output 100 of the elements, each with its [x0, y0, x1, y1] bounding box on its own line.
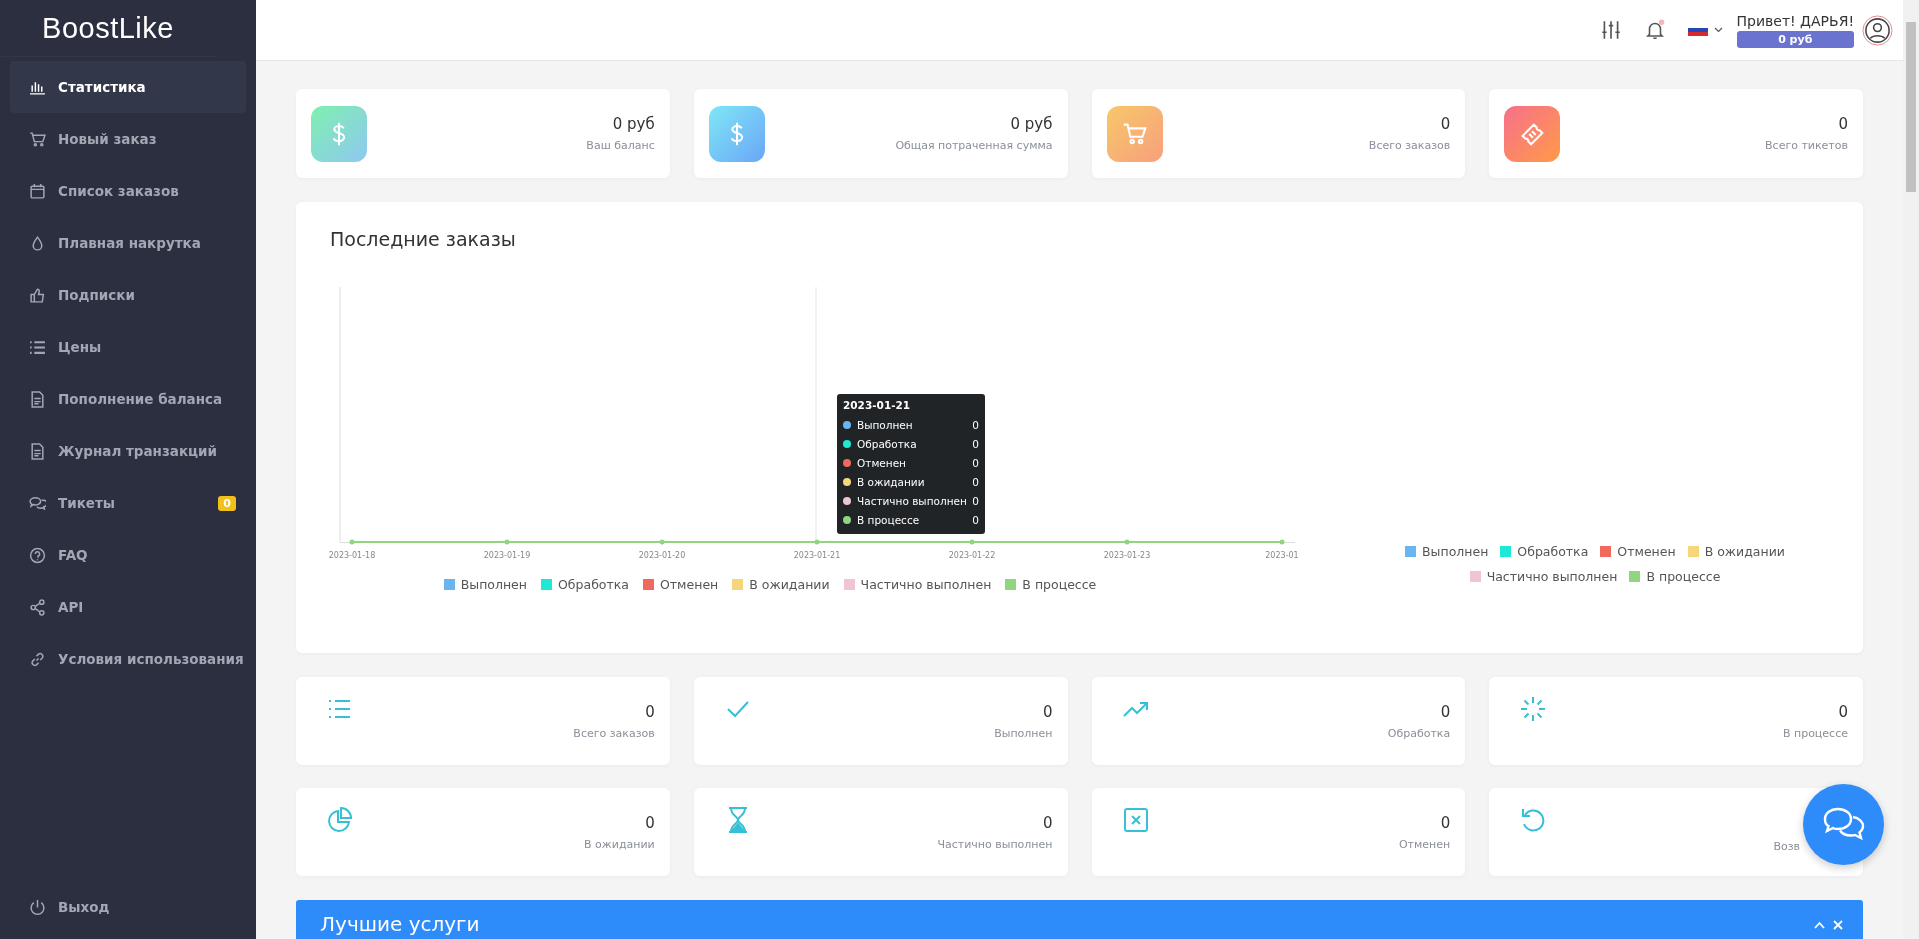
logo: BoostLike — [0, 0, 216, 57]
panel-title: Лучшие услуги — [320, 912, 480, 936]
stat-label: Всего тикетов — [1765, 139, 1848, 152]
tooltip-value: 0 — [972, 513, 979, 526]
x-tick-label: 2023-01-18 — [328, 551, 376, 560]
stat-value: 0 — [1440, 115, 1451, 133]
link-icon — [29, 650, 46, 668]
sidebar-item[interactable]: Журнал транзакций — [10, 425, 246, 477]
legend-label[interactable]: В ожидании — [1704, 544, 1785, 559]
legend-label[interactable]: Частично выполнен — [860, 577, 992, 592]
sidebar-item[interactable]: Пополнение баланса — [10, 373, 246, 425]
order-stat-label: В ожидании — [584, 837, 655, 851]
x-tick-label: 2023-01-19 — [483, 551, 531, 560]
x-tick-label: 2023-01-20 — [638, 551, 686, 560]
order-stat-label: Выполнен — [994, 726, 1053, 740]
sliders-icon[interactable] — [1599, 19, 1622, 41]
stat-label: Общая потраченная сумма — [895, 139, 1053, 152]
sidebar-item[interactable]: Подписки — [10, 269, 246, 321]
order-stat-value: 0 — [1042, 702, 1053, 721]
order-stat-label: Обработка — [1387, 726, 1451, 740]
chart-title: Последние заказы — [330, 228, 517, 250]
legend-label[interactable]: Обработка — [558, 577, 629, 592]
balance-badge: 0 руб — [1736, 30, 1854, 48]
tooltip-label: Частично выполнен — [857, 494, 967, 507]
tooltip-label: Обработка — [857, 437, 917, 450]
stat-value: 0 — [1838, 115, 1848, 133]
tooltip-value: 0 — [972, 494, 979, 507]
sidebar-item[interactable]: Условия использования — [10, 633, 246, 685]
order-stat-value: 0 — [1440, 702, 1451, 721]
close-box-icon — [1121, 806, 1150, 834]
legend-label[interactable]: Частично выполнен — [1486, 569, 1618, 584]
x-tick-label: 2023-01 — [1265, 551, 1299, 560]
legend-label[interactable]: Обработка — [1517, 544, 1589, 559]
tooltip-value: 0 — [972, 418, 979, 431]
tooltip-value: 0 — [972, 456, 979, 469]
cart-icon — [29, 130, 46, 148]
greeting-text: Привет! ДАРЬЯ! — [1736, 12, 1854, 29]
legend-label[interactable]: В процессе — [1022, 577, 1097, 592]
cart-icon — [1106, 105, 1163, 162]
count-badge: 0 — [218, 495, 236, 511]
thumbs-up-icon — [29, 286, 46, 304]
collapse-icon[interactable] — [1814, 921, 1825, 929]
calendar-icon — [29, 182, 46, 200]
dollar-icon — [311, 105, 367, 162]
list-icon — [29, 338, 46, 356]
tooltip-label: В процессе — [857, 513, 920, 526]
stat-value: 0 руб — [1010, 115, 1053, 133]
tooltip-label: В ожидании — [857, 475, 925, 488]
legend-label[interactable]: В ожидании — [749, 577, 830, 592]
order-stat-value: 0 — [1042, 813, 1053, 832]
sidebar-item[interactable]: Список заказов — [10, 165, 246, 217]
legend-label[interactable]: Выполнен — [460, 577, 527, 592]
legend-label[interactable]: Отменен — [660, 577, 719, 592]
sidebar-item[interactable]: Новый заказ — [10, 113, 246, 165]
legend-label[interactable]: Выполнен — [1422, 544, 1489, 559]
x-tick-label: 2023-01-21 — [793, 551, 841, 560]
logout-item[interactable]: Выход — [10, 881, 246, 933]
order-stat-value: 0 — [645, 813, 655, 832]
pie-icon — [326, 806, 354, 834]
legend-label[interactable]: В процессе — [1646, 569, 1721, 584]
order-stat-label: Возв — [1773, 840, 1800, 853]
order-stat-value: 0 — [1838, 702, 1848, 721]
close-icon[interactable] — [1833, 920, 1843, 930]
avatar-icon[interactable] — [1862, 14, 1893, 46]
order-stat-value: 0 — [1440, 813, 1451, 832]
order-stat-label: Частично выполнен — [937, 837, 1053, 851]
sidebar-item[interactable]: Тикеты 0 — [10, 477, 246, 529]
tooltip-title: 2023-01-21 — [843, 399, 912, 411]
legend-label[interactable]: Отменен — [1617, 544, 1676, 559]
chevron-down-icon — [1713, 27, 1723, 33]
x-tick-label: 2023-01-23 — [1103, 551, 1151, 560]
order-stat-label: Отменен — [1398, 837, 1451, 851]
spinner-icon — [1519, 695, 1548, 723]
order-stat-label: Всего заказов — [573, 726, 655, 740]
sidebar-item[interactable]: API — [10, 581, 246, 633]
sidebar-item[interactable]: Плавная накрутка — [10, 217, 246, 269]
chat-icon — [29, 494, 46, 512]
chat-button[interactable] — [1803, 784, 1884, 865]
share-icon — [29, 598, 46, 616]
bell-icon[interactable] — [1643, 19, 1666, 41]
tooltip-label: Выполнен — [857, 418, 913, 431]
sidebar-item[interactable]: Статистика — [10, 61, 246, 113]
order-stat-label: В процессе — [1782, 726, 1848, 740]
sidebar-item[interactable]: Цены — [10, 321, 246, 373]
document-icon — [29, 390, 46, 408]
stat-label: Ваш баланс — [586, 139, 655, 152]
scrollbar-thumb[interactable] — [1906, 22, 1916, 192]
tooltip-value: 0 — [972, 475, 979, 488]
help-icon — [29, 546, 46, 564]
tooltip-value: 0 — [972, 437, 979, 450]
ticket-icon — [1504, 105, 1561, 162]
dollar-icon — [708, 105, 765, 162]
tooltip-label: Отменен — [857, 456, 906, 469]
stat-value: 0 руб — [612, 115, 655, 133]
sidebar-item[interactable]: FAQ — [10, 529, 246, 581]
x-tick-label: 2023-01-22 — [948, 551, 996, 560]
order-stat-value: 0 — [645, 702, 655, 721]
stat-label: Всего заказов — [1368, 139, 1451, 152]
document-icon — [29, 442, 46, 460]
power-icon — [29, 898, 46, 916]
